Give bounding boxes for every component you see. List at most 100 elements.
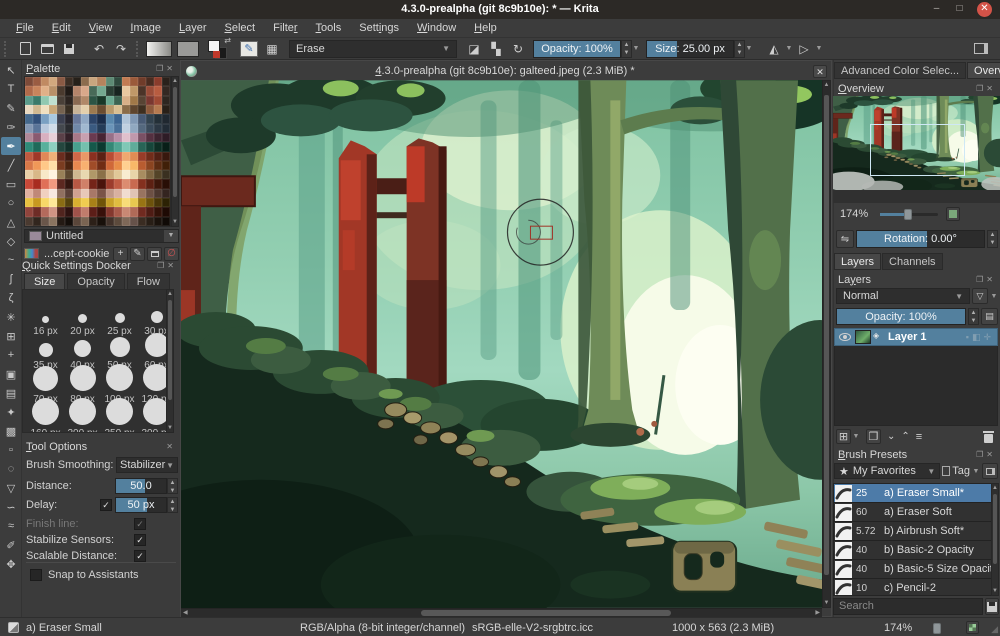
palette-swatch[interactable]	[113, 86, 122, 96]
palette-swatch[interactable]	[97, 170, 106, 180]
palette-swatch[interactable]	[33, 151, 42, 161]
palette-swatch[interactable]	[161, 188, 170, 199]
size-preset-250px[interactable]: 250 px	[101, 398, 138, 432]
palette-swatch[interactable]	[137, 86, 146, 96]
palette-swatch[interactable]	[33, 207, 42, 217]
palette-swatch[interactable]	[57, 216, 66, 226]
size-grid-scrollbar[interactable]: ▲ ▼	[166, 289, 174, 433]
palette-swatch[interactable]	[121, 95, 130, 105]
palette-swatch[interactable]	[25, 142, 34, 152]
palette-swatch[interactable]	[89, 86, 98, 96]
gradient-tool[interactable]: ▤	[1, 384, 21, 402]
palette-swatch[interactable]	[129, 86, 138, 96]
checkbox[interactable]: ✓	[134, 518, 146, 530]
layer-visibility-icon[interactable]	[839, 333, 851, 341]
palette-swatch[interactable]	[41, 207, 50, 217]
size-preset-160px[interactable]: 160 px	[27, 398, 64, 432]
preset-row[interactable]: 10 c) Pencil-2	[834, 579, 992, 595]
palette-swatch[interactable]	[161, 151, 170, 161]
palette-swatch[interactable]	[25, 151, 34, 161]
palette-swatch[interactable]	[97, 114, 106, 124]
rotation-slider[interactable]: Rotation: 0.00°	[856, 230, 985, 248]
palette-swatch[interactable]	[161, 160, 170, 171]
chevron-down-icon[interactable]: ▼	[164, 230, 178, 242]
palette-swatch[interactable]	[97, 207, 106, 217]
palette-swatch[interactable]	[113, 114, 122, 124]
size-preset-clipped[interactable]	[27, 432, 64, 433]
palette-swatch[interactable]	[153, 179, 162, 189]
palette-swatch[interactable]	[145, 86, 154, 96]
palette-swatch[interactable]	[33, 198, 42, 208]
palette-swatch[interactable]	[49, 179, 58, 189]
move-layer-up-button[interactable]: ⌃	[901, 431, 909, 442]
palette-swatch[interactable]	[57, 142, 66, 152]
palette-swatch[interactable]	[73, 179, 82, 189]
palette-swatch[interactable]	[57, 123, 66, 133]
line-tool[interactable]: ╱	[1, 156, 21, 174]
palette-swatch[interactable]	[33, 104, 42, 115]
palette-swatch[interactable]	[137, 142, 146, 152]
palette-swatch[interactable]	[41, 132, 50, 143]
palette-swatch[interactable]	[41, 77, 50, 87]
palette-swatch[interactable]	[105, 86, 114, 96]
chevron-down-icon[interactable]: ▼	[990, 293, 998, 300]
palette-swatch[interactable]	[49, 216, 58, 226]
palette-swatch[interactable]	[33, 114, 42, 124]
palette-swatch[interactable]	[153, 142, 162, 152]
palette-swatch[interactable]	[73, 104, 82, 115]
opacity-spinner[interactable]: ▲ ▼	[621, 39, 632, 58]
palette-swatch[interactable]	[89, 77, 98, 87]
palette-swatch[interactable]	[121, 77, 130, 87]
palette-swatch[interactable]	[25, 207, 34, 217]
palette-swatch[interactable]	[113, 160, 122, 171]
tab-overvi-[interactable]: Overvi...	[967, 62, 1000, 79]
palette-swatch[interactable]	[49, 207, 58, 217]
tag-button[interactable]: Tag ▼	[942, 465, 980, 477]
overview-zoom-slider[interactable]	[880, 208, 939, 220]
palette-swatch[interactable]	[81, 151, 90, 161]
float-docker-icon[interactable]: ❐	[976, 275, 983, 284]
save-search-button[interactable]	[985, 598, 999, 615]
palette-swatch[interactable]	[137, 207, 146, 217]
palette-swatch[interactable]	[73, 77, 82, 87]
palette-swatch[interactable]	[129, 151, 138, 161]
palette-swatch[interactable]	[113, 216, 122, 226]
palette-swatch[interactable]	[41, 123, 50, 133]
palette-swatch[interactable]	[73, 123, 82, 133]
dynamic-brush-tool[interactable]: ζ	[1, 289, 21, 307]
palette-swatch[interactable]	[81, 207, 90, 217]
blend-mode-combo[interactable]: Normal ▼	[836, 288, 970, 304]
bezier-curve-tool[interactable]: ~	[1, 251, 21, 269]
float-docker-icon[interactable]: ❐	[157, 261, 164, 270]
palette-swatch[interactable]	[73, 170, 82, 180]
swap-colors-icon[interactable]: ⇄	[224, 36, 231, 45]
palette-swatch[interactable]	[25, 77, 34, 87]
palette-swatch[interactable]	[73, 160, 82, 171]
palette-swatch[interactable]	[73, 142, 82, 152]
palette-swatch[interactable]	[33, 188, 42, 199]
palette-swatch[interactable]	[49, 188, 58, 199]
palette-swatch[interactable]	[153, 151, 162, 161]
palette-swatch[interactable]	[137, 151, 146, 161]
mirror-horizontal-button[interactable]: ◭	[763, 40, 785, 58]
palette-swatch[interactable]	[65, 188, 74, 199]
menu-filter[interactable]: Filter	[265, 20, 305, 36]
palette-swatch[interactable]	[113, 132, 122, 143]
palette-swatch[interactable]	[49, 198, 58, 208]
palette-swatch[interactable]	[25, 95, 34, 105]
palette-swatch[interactable]	[57, 151, 66, 161]
delete-layer-button[interactable]	[983, 430, 994, 443]
menu-tools[interactable]: Tools	[308, 20, 350, 36]
layer-list-empty[interactable]	[834, 346, 998, 426]
palette-swatch[interactable]	[73, 86, 82, 96]
palette-swatch[interactable]	[81, 104, 90, 115]
palette-swatch[interactable]	[145, 198, 154, 208]
distance-slider[interactable]: 50.0	[115, 478, 167, 494]
palette-swatch[interactable]	[137, 114, 146, 124]
palette-swatch[interactable]	[129, 132, 138, 143]
rotation-spinner[interactable]: ▲ ▼	[987, 230, 998, 248]
overview-thumbnail[interactable]	[833, 96, 1000, 203]
palette-swatch[interactable]	[41, 104, 50, 115]
palette-swatch[interactable]	[153, 160, 162, 171]
palette-swatch[interactable]	[137, 170, 146, 180]
